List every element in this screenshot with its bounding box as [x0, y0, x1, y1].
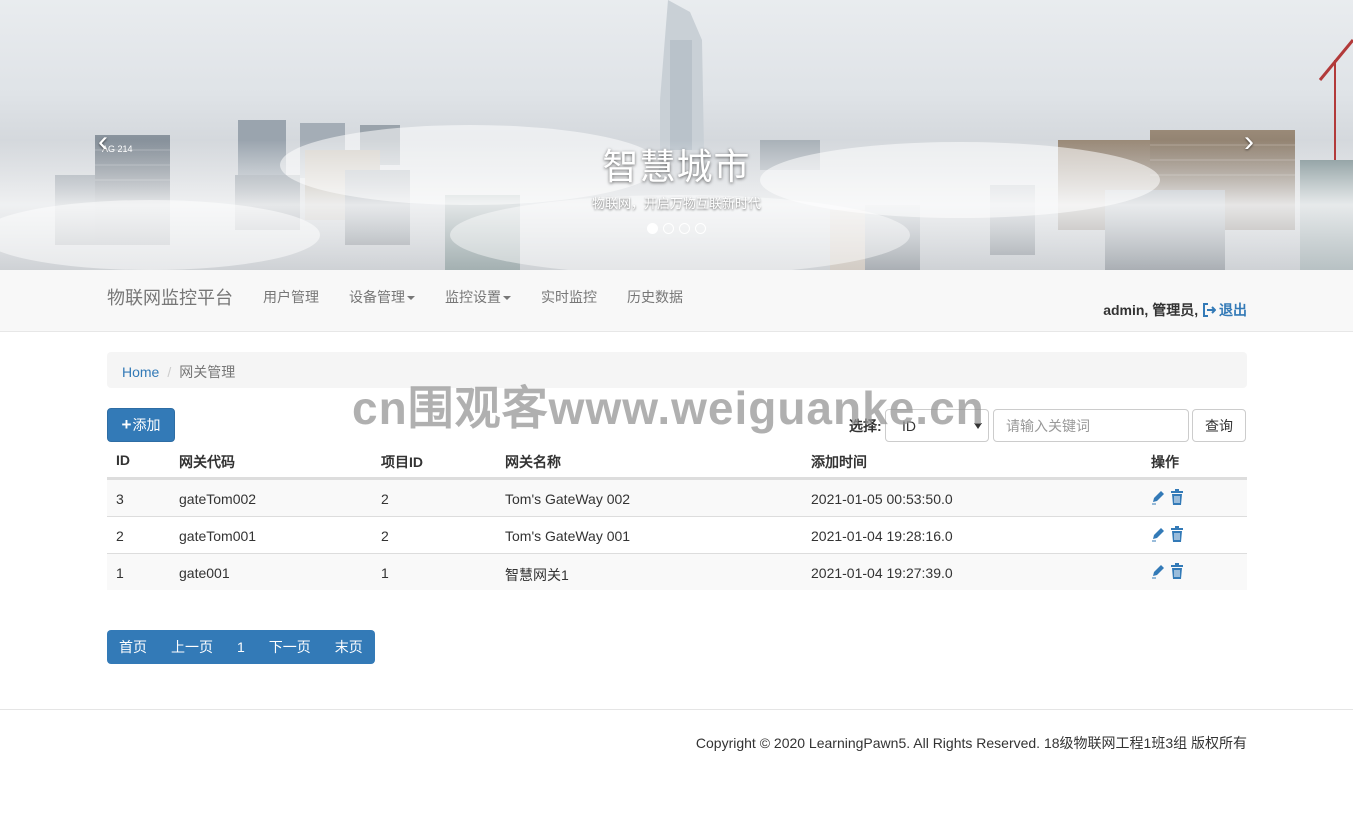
row-actions	[1151, 563, 1184, 579]
cell-id: 2	[116, 528, 124, 544]
gateway-table: ID 网关代码 项目ID 网关名称 添加时间 操作 3 gateTom002 2…	[107, 442, 1247, 590]
cell-added-time: 2021-01-04 19:28:16.0	[811, 528, 953, 544]
cell-added-time: 2021-01-04 19:27:39.0	[811, 565, 953, 581]
footer-divider	[0, 709, 1353, 710]
watermark-text: cn围观客www.weiguanke.cn	[352, 382, 985, 434]
delete-icon[interactable]	[1170, 526, 1184, 542]
cell-gateway-code: gate001	[179, 565, 230, 581]
top-navbar: 物联网监控平台 用户管理 设备管理 监控设置 实时监控 历史数据 admin, …	[0, 270, 1353, 332]
caret-down-icon	[503, 296, 511, 301]
cell-gateway-code: gateTom002	[179, 491, 257, 507]
carousel-dot-1[interactable]	[647, 223, 658, 234]
breadcrumb-separator: /	[167, 364, 172, 380]
page-next-link[interactable]: 下一页	[257, 630, 323, 664]
cell-project-id: 2	[381, 528, 389, 544]
cell-project-id: 2	[381, 491, 389, 507]
carousel-indicators	[647, 223, 706, 234]
table-row: 3 gateTom002 2 Tom's GateWay 002 2021-01…	[107, 479, 1247, 516]
cell-id: 1	[116, 565, 124, 581]
cell-gateway-code: gateTom001	[179, 528, 257, 544]
column-header: 网关代码	[179, 454, 235, 470]
caret-down-icon	[407, 296, 415, 301]
keyword-input[interactable]	[993, 409, 1189, 442]
column-header: 添加时间	[811, 454, 867, 470]
cell-gateway-name: Tom's GateWay 001	[505, 528, 631, 544]
nav-item-history-data[interactable]: 历史数据	[627, 287, 683, 307]
carousel-dot-2[interactable]	[663, 223, 674, 234]
edit-icon[interactable]	[1151, 526, 1165, 542]
add-button[interactable]: + 添加	[107, 408, 175, 442]
column-header: ID	[116, 452, 130, 468]
delete-icon[interactable]	[1170, 563, 1184, 579]
cell-gateway-name: 智慧网关1	[505, 567, 569, 583]
nav-item-monitor-settings[interactable]: 监控设置	[445, 287, 511, 307]
pagination: 首页 上一页 1 下一页 末页	[107, 630, 375, 664]
nav-item-user-management[interactable]: 用户管理	[263, 287, 319, 307]
logout-link[interactable]: 退出	[1202, 302, 1247, 318]
page-last-link[interactable]: 末页	[323, 630, 375, 664]
column-header: 操作	[1151, 454, 1179, 470]
breadcrumb-home-link[interactable]: Home	[122, 364, 159, 380]
banner-carousel: AG 214 ‹ › 智慧城市 物联网，开启万物互联新时代	[0, 0, 1353, 270]
footer-copyright: Copyright © 2020 LearningPawn5. All Righ…	[695, 735, 1247, 751]
banner-subtitle: 物联网，开启万物互联新时代	[591, 196, 761, 211]
cell-gateway-name: Tom's GateWay 002	[505, 491, 631, 507]
column-header: 项目ID	[381, 454, 423, 470]
cell-id: 3	[116, 491, 124, 507]
carousel-dot-3[interactable]	[679, 223, 690, 234]
nav-item-device-management[interactable]: 设备管理	[349, 287, 415, 307]
table-row: 1 gate001 1 智慧网关1 2021-01-04 19:27:39.0	[107, 553, 1247, 590]
cell-project-id: 1	[381, 565, 389, 581]
user-info: admin, 管理员, 退出	[1103, 300, 1247, 320]
nav-item-realtime-monitor[interactable]: 实时监控	[541, 287, 597, 307]
page-prev-link[interactable]: 上一页	[159, 630, 225, 664]
banner-title: 智慧城市	[602, 146, 751, 187]
page-first-link[interactable]: 首页	[107, 630, 159, 664]
table-header-row: ID 网关代码 项目ID 网关名称 添加时间 操作	[107, 442, 1247, 479]
column-header: 网关名称	[505, 454, 561, 470]
row-actions	[1151, 489, 1184, 505]
query-button[interactable]: 查询	[1192, 409, 1246, 442]
navbar-brand[interactable]: 物联网监控平台	[107, 284, 233, 310]
page-current-link[interactable]: 1	[225, 630, 257, 664]
table-row: 2 gateTom001 2 Tom's GateWay 001 2021-01…	[107, 516, 1247, 553]
plus-icon: +	[121, 415, 132, 434]
delete-icon[interactable]	[1170, 489, 1184, 505]
user-name: admin, 管理员,	[1103, 302, 1199, 318]
breadcrumb-current: 网关管理	[179, 364, 236, 380]
logout-icon	[1203, 303, 1216, 317]
edit-icon[interactable]	[1151, 563, 1165, 579]
row-actions	[1151, 526, 1184, 542]
edit-icon[interactable]	[1151, 489, 1165, 505]
carousel-dot-4[interactable]	[695, 223, 706, 234]
cell-added-time: 2021-01-05 00:53:50.0	[811, 491, 953, 507]
